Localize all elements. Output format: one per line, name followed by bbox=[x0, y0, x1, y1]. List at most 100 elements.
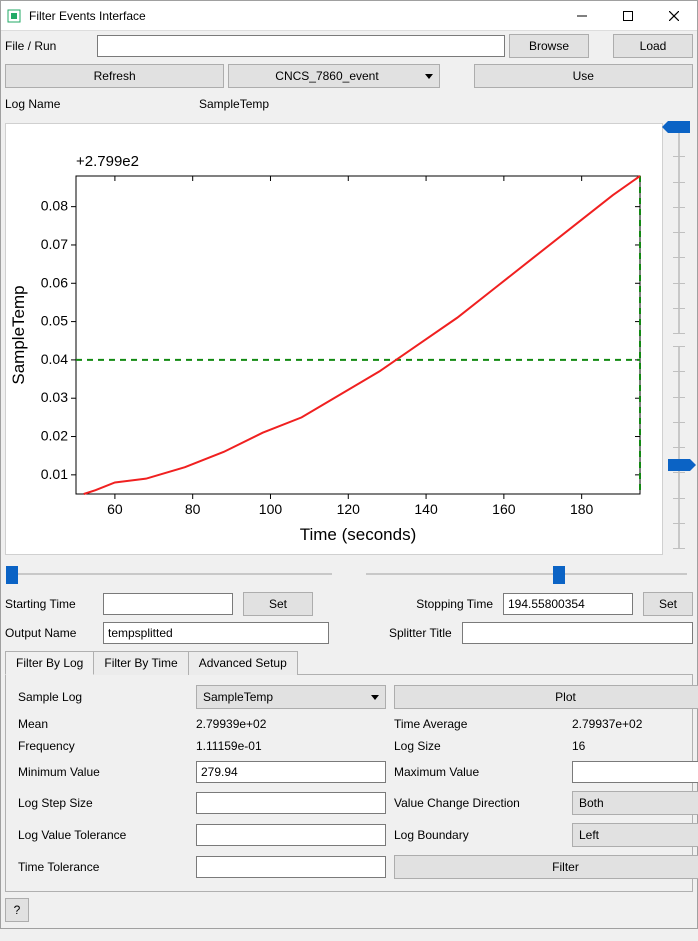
frequency-label: Frequency bbox=[18, 739, 188, 753]
log-step-size-label: Log Step Size bbox=[18, 796, 188, 810]
mean-value: 2.79939e+02 bbox=[196, 717, 386, 731]
help-button[interactable]: ? bbox=[5, 898, 29, 922]
x-min-slider[interactable] bbox=[9, 563, 334, 585]
chart: +2.799e2 0.01 0.02 0.03 0.04 0.05 0.06 0.07 0.08… bbox=[6, 124, 660, 554]
minimum-value-input[interactable] bbox=[196, 761, 386, 783]
refresh-button[interactable]: Refresh bbox=[5, 64, 224, 88]
set-stop-button[interactable]: Set bbox=[643, 592, 693, 616]
set-start-button[interactable]: Set bbox=[243, 592, 313, 616]
log-name-label: Log Name bbox=[5, 97, 195, 111]
log-boundary-value: Left bbox=[579, 828, 698, 842]
x-max-slider[interactable] bbox=[364, 563, 689, 585]
plot-button[interactable]: Plot bbox=[394, 685, 698, 709]
log-name-row: Log Name SampleTemp bbox=[1, 91, 697, 121]
refresh-row: Refresh CNCS_7860_event Use bbox=[1, 61, 697, 91]
plot-panel: +2.799e2 0.01 0.02 0.03 0.04 0.05 0.06 0.07 0.08… bbox=[5, 123, 663, 555]
svg-text:80: 80 bbox=[185, 501, 201, 517]
window: Filter Events Interface File / Run Brows… bbox=[0, 0, 698, 929]
use-button[interactable]: Use bbox=[474, 64, 693, 88]
svg-text:0.01: 0.01 bbox=[41, 466, 68, 482]
time-tolerance-input[interactable] bbox=[196, 856, 386, 878]
starting-time-label: Starting Time bbox=[5, 597, 93, 611]
y-min-slider[interactable] bbox=[665, 340, 693, 555]
log-boundary-select[interactable]: Left bbox=[572, 823, 698, 847]
tab-filter-by-log[interactable]: Filter By Log bbox=[5, 651, 94, 675]
app-icon bbox=[7, 9, 21, 23]
log-value-tolerance-input[interactable] bbox=[196, 824, 386, 846]
svg-text:140: 140 bbox=[414, 501, 438, 517]
splitter-title-label: Splitter Title bbox=[389, 626, 452, 640]
file-run-input[interactable] bbox=[97, 35, 505, 57]
time-average-value: 2.79937e+02 bbox=[572, 717, 698, 731]
mean-label: Mean bbox=[18, 717, 188, 731]
svg-text:0.02: 0.02 bbox=[41, 428, 68, 444]
file-run-row: File / Run Browse Load bbox=[1, 31, 697, 61]
value-change-direction-value: Both bbox=[579, 796, 698, 810]
window-title: Filter Events Interface bbox=[27, 9, 146, 23]
svg-text:+2.799e2: +2.799e2 bbox=[76, 153, 139, 170]
footer: ? bbox=[1, 892, 697, 928]
svg-text:120: 120 bbox=[337, 501, 361, 517]
time-tolerance-label: Time Tolerance bbox=[18, 860, 188, 874]
svg-text:0.03: 0.03 bbox=[41, 389, 68, 405]
svg-text:0.08: 0.08 bbox=[41, 198, 68, 214]
tab-filter-by-time[interactable]: Filter By Time bbox=[93, 651, 188, 675]
log-name-value: SampleTemp bbox=[199, 97, 269, 111]
splitter-title-input[interactable] bbox=[462, 622, 693, 644]
svg-text:180: 180 bbox=[570, 501, 594, 517]
load-button[interactable]: Load bbox=[613, 34, 693, 58]
log-boundary-label: Log Boundary bbox=[394, 828, 564, 842]
log-value-tolerance-label: Log Value Tolerance bbox=[18, 828, 188, 842]
time-average-label: Time Average bbox=[394, 717, 564, 731]
value-change-direction-select[interactable]: Both bbox=[572, 791, 698, 815]
svg-text:0.06: 0.06 bbox=[41, 274, 68, 290]
time-row: Starting Time Set Stopping Time Set bbox=[1, 589, 697, 619]
sample-log-label: Sample Log bbox=[18, 690, 188, 704]
horizontal-sliders bbox=[1, 559, 697, 589]
y-min-thumb[interactable] bbox=[668, 459, 690, 471]
svg-text:100: 100 bbox=[259, 501, 283, 517]
chevron-down-icon bbox=[425, 74, 433, 79]
filter-button[interactable]: Filter bbox=[394, 855, 698, 879]
log-size-label: Log Size bbox=[394, 739, 564, 753]
output-row: Output Name Splitter Title bbox=[1, 619, 697, 647]
minimum-value-label: Minimum Value bbox=[18, 765, 188, 779]
sample-log-select[interactable]: SampleTemp bbox=[196, 685, 386, 709]
stopping-time-input[interactable] bbox=[503, 593, 633, 615]
y-max-slider[interactable] bbox=[665, 125, 693, 340]
close-button[interactable] bbox=[651, 1, 697, 31]
tab-bar: Filter By Log Filter By Time Advanced Se… bbox=[5, 651, 693, 675]
value-change-direction-label: Value Change Direction bbox=[394, 796, 564, 810]
tab-page-filter-by-log: Sample Log SampleTemp Plot Mean 2.79939e… bbox=[5, 674, 693, 892]
maximum-value-label: Maximum Value bbox=[394, 765, 564, 779]
frequency-value: 1.11159e-01 bbox=[196, 739, 386, 753]
vertical-sliders bbox=[665, 123, 693, 555]
svg-text:0.05: 0.05 bbox=[41, 313, 68, 329]
stopping-time-label: Stopping Time bbox=[416, 597, 493, 611]
maximize-button[interactable] bbox=[605, 1, 651, 31]
starting-time-input[interactable] bbox=[103, 593, 233, 615]
output-name-input[interactable] bbox=[103, 622, 329, 644]
svg-text:SampleTemp: SampleTemp bbox=[9, 285, 28, 384]
svg-text:60: 60 bbox=[107, 501, 123, 517]
file-run-label: File / Run bbox=[5, 39, 93, 53]
titlebar: Filter Events Interface bbox=[1, 1, 697, 31]
x-max-thumb[interactable] bbox=[553, 566, 565, 584]
event-select[interactable]: CNCS_7860_event bbox=[228, 64, 439, 88]
event-select-value: CNCS_7860_event bbox=[235, 69, 418, 83]
maximum-value-input[interactable] bbox=[572, 761, 698, 783]
svg-text:0.07: 0.07 bbox=[41, 236, 68, 252]
browse-button[interactable]: Browse bbox=[509, 34, 589, 58]
log-size-value: 16 bbox=[572, 739, 698, 753]
tabs: Filter By Log Filter By Time Advanced Se… bbox=[5, 651, 693, 892]
svg-text:0.04: 0.04 bbox=[41, 351, 68, 367]
minimize-button[interactable] bbox=[559, 1, 605, 31]
svg-text:Time (seconds): Time (seconds) bbox=[300, 525, 417, 544]
plot-area: +2.799e2 0.01 0.02 0.03 0.04 0.05 0.06 0.07 0.08… bbox=[1, 121, 697, 559]
x-min-thumb[interactable] bbox=[6, 566, 18, 584]
tab-advanced-setup[interactable]: Advanced Setup bbox=[188, 651, 298, 675]
log-step-size-input[interactable] bbox=[196, 792, 386, 814]
sample-log-value: SampleTemp bbox=[203, 690, 365, 704]
output-name-label: Output Name bbox=[5, 626, 93, 640]
y-max-thumb[interactable] bbox=[668, 121, 690, 133]
